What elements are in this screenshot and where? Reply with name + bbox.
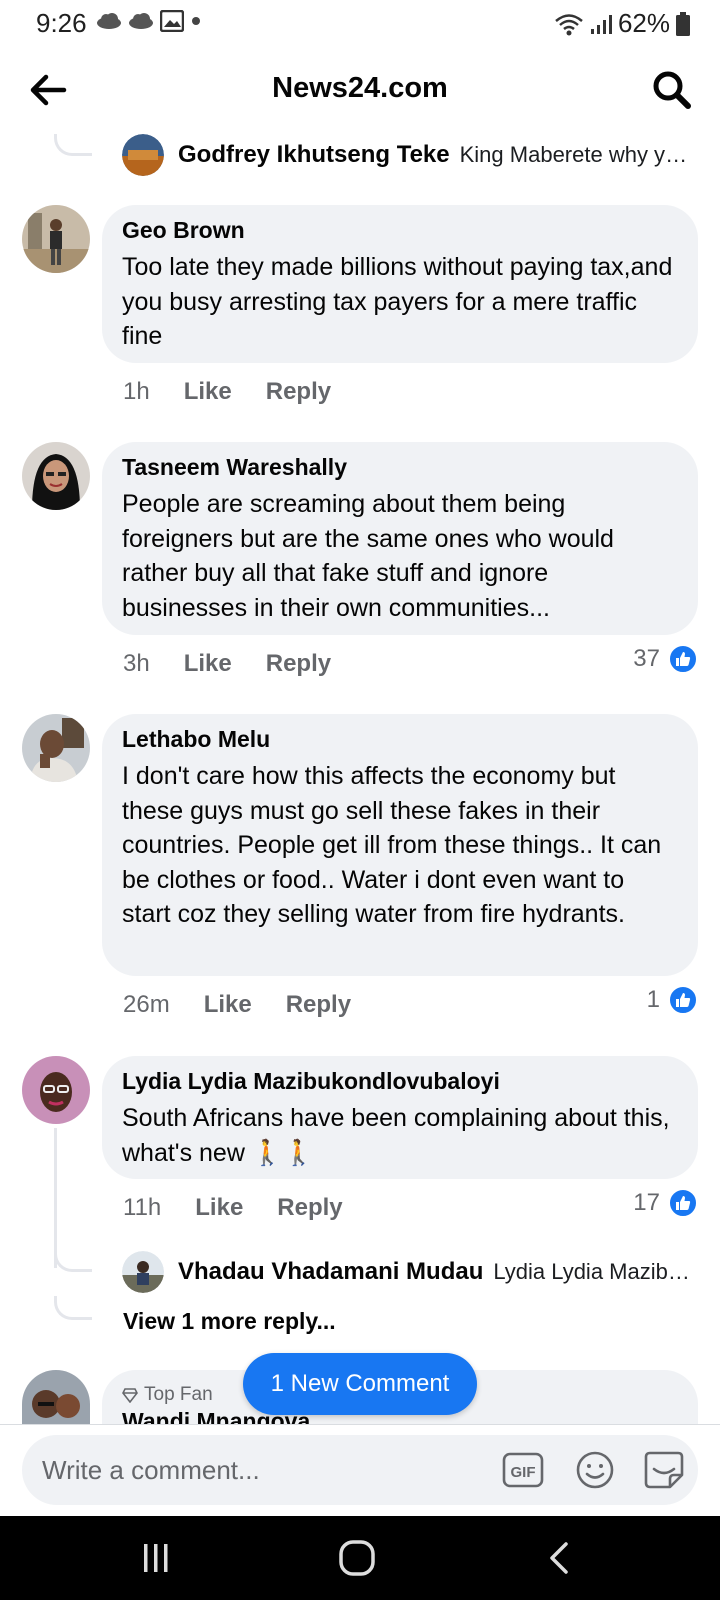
thread-connector: [54, 1250, 92, 1272]
comment-time[interactable]: 26m: [123, 991, 170, 1019]
status-time: 9:26: [36, 8, 87, 38]
notification-icons: [96, 10, 202, 32]
svg-text:GIF: GIF: [511, 1464, 536, 1481]
wifi-icon: [555, 13, 583, 35]
cloud-icon: [129, 13, 153, 29]
comment-text: South Africans have been complaining abo…: [122, 1104, 670, 1167]
thread-line: [54, 1128, 57, 1268]
comment-bubble[interactable]: Lydia Lydia Mazibukondlovubaloyi South A…: [102, 1056, 698, 1179]
comment-actions: 11h Like Reply: [123, 1194, 343, 1222]
comment-author[interactable]: Geo Brown: [122, 217, 678, 244]
search-button[interactable]: [650, 68, 694, 112]
comment-time[interactable]: 3h: [123, 650, 150, 678]
cloud-icon: [97, 13, 121, 29]
view-more-replies-link[interactable]: View 1 more reply...: [123, 1308, 336, 1335]
gallery-icon: [160, 10, 184, 32]
battery-percent: 62%: [617, 8, 670, 38]
comment-time[interactable]: 11h: [123, 1194, 161, 1222]
sticker-button[interactable]: [642, 1449, 686, 1491]
reply-button[interactable]: Reply: [277, 1194, 342, 1222]
comment-actions: 1h Like Reply: [123, 378, 331, 406]
reply-author[interactable]: Godfrey Ikhutseng Teke: [178, 141, 450, 169]
reply-button[interactable]: Reply: [266, 650, 331, 678]
thread-connector: [54, 1296, 92, 1320]
app-header: News24.com: [0, 46, 720, 134]
comment-composer-bar: GIF: [0, 1424, 720, 1516]
reaction-count: 17: [633, 1189, 660, 1216]
thumbs-up-icon: [668, 1188, 698, 1218]
avatar[interactable]: [22, 1370, 90, 1424]
top-fan-label: Top Fan: [144, 1384, 213, 1405]
like-button[interactable]: Like: [184, 650, 232, 678]
battery-icon: [676, 11, 690, 36]
reaction-summary[interactable]: 17: [633, 1188, 698, 1218]
chevron-left-icon: [550, 1542, 568, 1574]
avatar: [122, 1251, 164, 1293]
comment-text: I don't care how this affects the econom…: [122, 762, 662, 928]
reaction-count: 37: [633, 645, 660, 672]
reply-button[interactable]: Reply: [266, 378, 331, 406]
reaction-summary[interactable]: 1: [647, 985, 698, 1015]
reply-author[interactable]: Vhadau Vhadamani Mudau: [178, 1258, 483, 1286]
avatar[interactable]: [22, 1056, 90, 1124]
comment-actions: 3h Like Reply: [123, 650, 331, 678]
reply-button[interactable]: Reply: [286, 991, 351, 1019]
comment-time[interactable]: 1h: [123, 378, 150, 406]
search-icon: [653, 71, 691, 109]
thread-connector: [54, 134, 92, 156]
dot-icon: [192, 17, 200, 25]
new-comment-button[interactable]: 1 New Comment: [243, 1353, 477, 1415]
like-button[interactable]: Like: [204, 991, 252, 1019]
reply-snippet: Lydia Lydia Mazibu…: [493, 1259, 698, 1284]
back-nav-button[interactable]: [540, 1538, 580, 1578]
home-icon: [339, 1540, 375, 1576]
comment-bubble[interactable]: Geo Brown Too late they made billions wi…: [102, 205, 698, 363]
comment-author[interactable]: Lethabo Melu: [122, 726, 678, 753]
page-title: News24.com: [272, 72, 448, 104]
avatar[interactable]: [22, 714, 90, 782]
reaction-summary[interactable]: 37: [633, 644, 698, 674]
like-button[interactable]: Like: [184, 378, 232, 406]
diamond-icon: [122, 1388, 138, 1403]
reply-preview[interactable]: Vhadau Vhadamani Mudau Lydia Lydia Mazib…: [122, 1251, 698, 1293]
reply-snippet: King Maberete why yo…: [459, 142, 698, 167]
gif-button[interactable]: GIF: [502, 1449, 544, 1491]
reaction-count: 1: [646, 986, 660, 1013]
smiley-icon: [576, 1451, 614, 1489]
comment-bubble[interactable]: Tasneem Wareshally People are screaming …: [102, 442, 698, 635]
comment-composer: GIF: [22, 1435, 698, 1505]
signal-icon: [590, 14, 612, 34]
comment-input[interactable]: [42, 1435, 462, 1505]
recent-apps-button[interactable]: [136, 1538, 176, 1578]
gif-icon: GIF: [502, 1452, 544, 1488]
avatar[interactable]: [22, 442, 90, 510]
comment-text: Too late they made billions without payi…: [122, 253, 673, 350]
comment-text: People are screaming about them being fo…: [122, 490, 614, 622]
avatar: [122, 134, 164, 176]
emoji-button[interactable]: [574, 1449, 616, 1491]
status-bar: 9:26 62%: [0, 0, 720, 46]
thumbs-up-icon: [668, 985, 698, 1015]
reply-preview[interactable]: Godfrey Ikhutseng Teke King Maberete why…: [122, 134, 698, 176]
like-button[interactable]: Like: [195, 1194, 243, 1222]
thumbs-up-icon: [668, 644, 698, 674]
system-nav-bar: [0, 1516, 720, 1600]
recent-apps-icon: [144, 1544, 168, 1572]
comment-bubble[interactable]: Lethabo Melu I don't care how this affec…: [102, 714, 698, 976]
comment-author[interactable]: Lydia Lydia Mazibukondlovubaloyi: [122, 1068, 678, 1095]
comment-author[interactable]: Tasneem Wareshally: [122, 454, 678, 481]
system-icons: 62%: [554, 8, 690, 39]
avatar[interactable]: [22, 205, 90, 273]
home-button[interactable]: [337, 1538, 377, 1578]
sticker-icon: [644, 1451, 684, 1489]
comment-actions: 26m Like Reply: [123, 991, 351, 1019]
